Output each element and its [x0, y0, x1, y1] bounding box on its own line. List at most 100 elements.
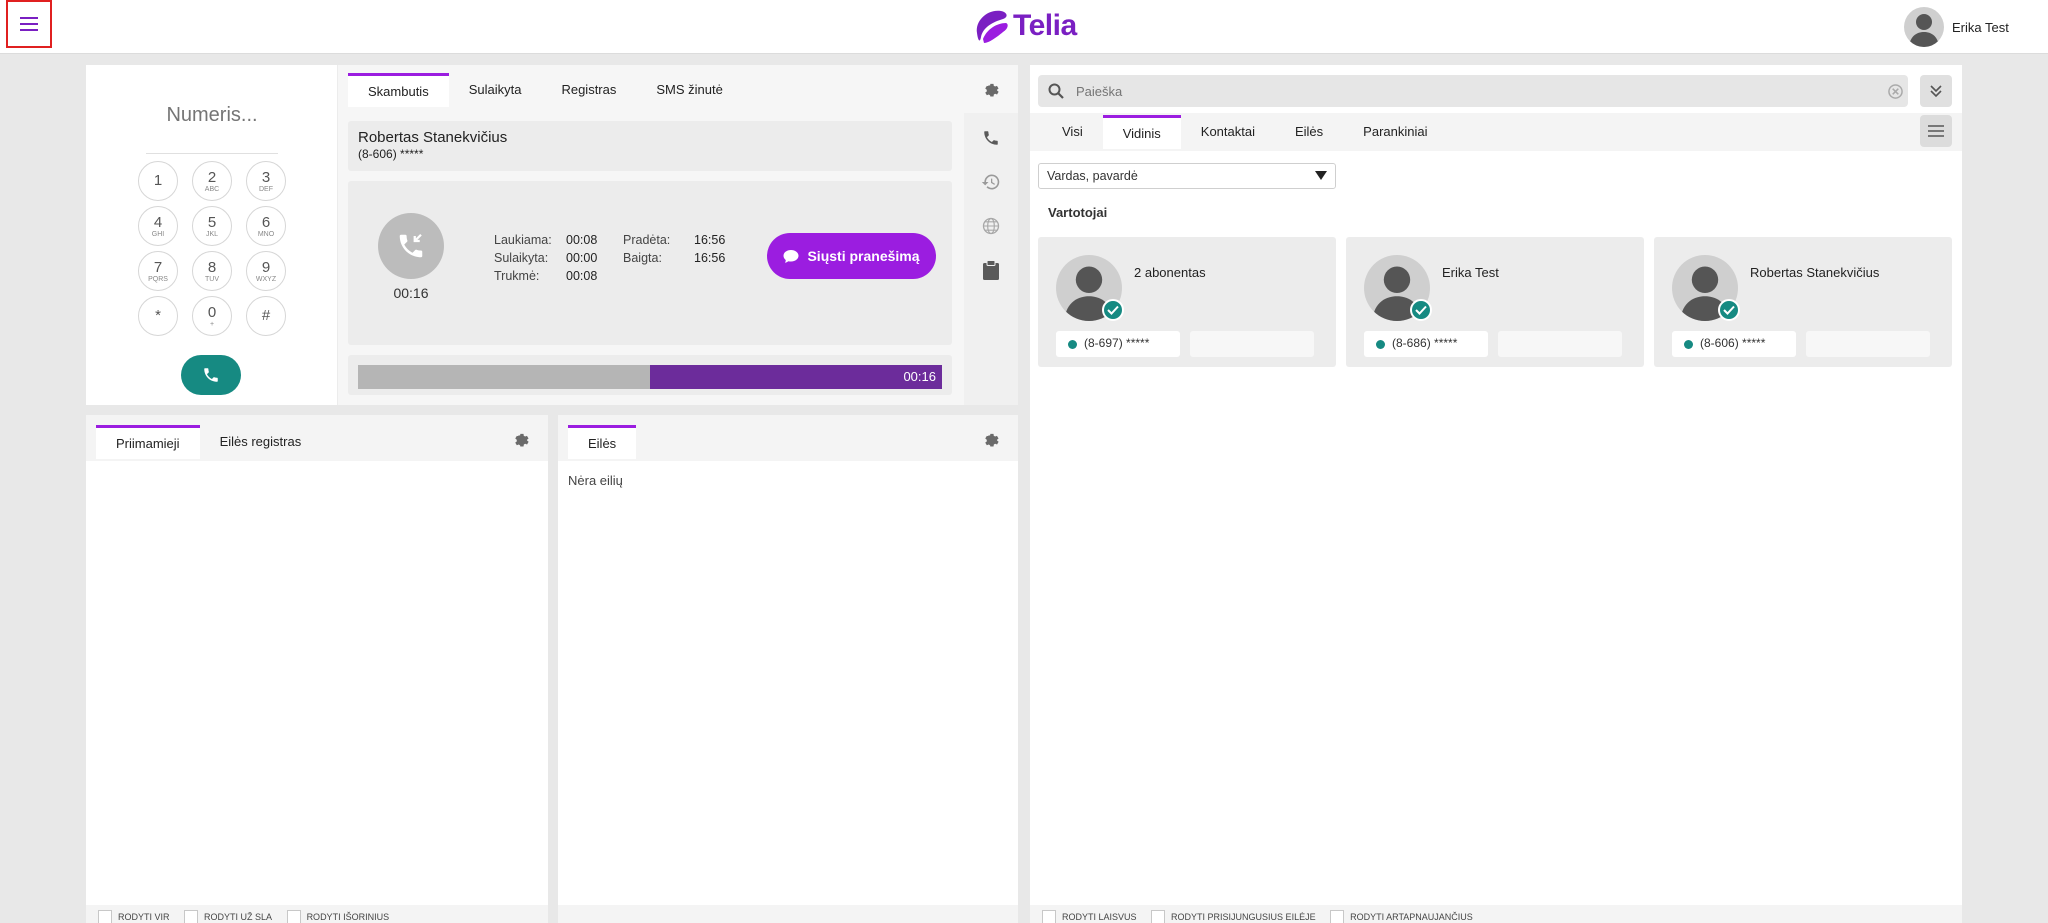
- checkbox[interactable]: [184, 910, 199, 923]
- tab-eiles-registras[interactable]: Eilės registras: [200, 425, 322, 459]
- user-card[interactable]: Robertas Stanekvičius (8-606) *****: [1654, 237, 1952, 367]
- waiting-value: 00:08: [566, 233, 598, 247]
- user-name: Erika Test: [1442, 265, 1499, 280]
- filter-checkbox[interactable]: RODYTI PRISIJUNGUSIUS EILĖJE: [1151, 910, 1316, 923]
- search-box: [1038, 75, 1908, 107]
- side-clipboard-button[interactable]: [964, 249, 1018, 291]
- tab-eiles[interactable]: Eilės: [1275, 115, 1343, 149]
- checkbox[interactable]: [1151, 910, 1166, 923]
- tab-eiles[interactable]: Eilės: [568, 425, 637, 459]
- sort-select[interactable]: Vardas, pavardė: [1038, 163, 1336, 189]
- dial-key[interactable]: 8 TUV: [192, 251, 232, 291]
- hamburger-menu-button[interactable]: [6, 0, 52, 48]
- gear-icon[interactable]: [982, 81, 1000, 99]
- user-secondary-slot[interactable]: [1806, 331, 1930, 357]
- incoming-footer: RODYTI VIR RODYTI UŽ SLA RODYTI IŠORINIU…: [86, 905, 548, 923]
- duration-value: 00:08: [566, 269, 598, 283]
- gear-icon[interactable]: [512, 431, 530, 449]
- incoming-call-indicator: [378, 213, 444, 279]
- tab-priimamieji[interactable]: Priimamieji: [96, 425, 200, 459]
- tab-visi[interactable]: Visi: [1042, 115, 1103, 149]
- ended-value: 16:56: [694, 251, 726, 265]
- tab-vidinis[interactable]: Vidinis: [1102, 115, 1181, 149]
- queues-panel: Eilės Nėra eilių: [558, 415, 1018, 923]
- globe-icon: [982, 217, 1000, 235]
- side-history-button[interactable]: [964, 161, 1018, 203]
- call-button[interactable]: [181, 355, 241, 395]
- dial-key[interactable]: 6 MNO: [246, 206, 286, 246]
- tab-sulaikyta[interactable]: Sulaikyta: [449, 73, 542, 107]
- filter-label: RODYTI UŽ SLA: [204, 912, 273, 922]
- user-secondary-slot[interactable]: [1498, 331, 1622, 357]
- dial-key[interactable]: 0 +: [192, 296, 232, 336]
- waiting-label: Laukiama:: [494, 233, 552, 247]
- status-check-icon: [1410, 299, 1432, 321]
- user-name: Robertas Stanekvičius: [1750, 265, 1880, 280]
- checkbox[interactable]: [1042, 910, 1056, 923]
- history-icon: [981, 174, 1000, 190]
- search-input[interactable]: [1074, 81, 1854, 101]
- checkbox[interactable]: [286, 910, 301, 923]
- directory-tabs: Visi Vidinis Kontaktai Eilės Parankiniai: [1042, 115, 1448, 149]
- filter-label: RODYTI VIR: [118, 912, 170, 922]
- dial-key[interactable]: 9 WXYZ: [246, 251, 286, 291]
- call-progress-fill: 00:16: [650, 365, 942, 389]
- user-card[interactable]: 2 abonentas (8-697) *****: [1038, 237, 1336, 367]
- queues-tabs: Eilės: [568, 425, 637, 459]
- held-value: 00:00: [566, 251, 598, 265]
- directory-panel: Visi Vidinis Kontaktai Eilės Parankiniai…: [1030, 65, 1962, 923]
- started-value: 16:56: [694, 233, 726, 247]
- send-message-button[interactable]: Siųsti pranešimą: [767, 233, 936, 279]
- tab-skambutis[interactable]: Skambutis: [348, 73, 449, 107]
- user-phone-button[interactable]: (8-686) *****: [1364, 331, 1488, 357]
- online-dot-icon: [1068, 340, 1077, 349]
- filter-checkbox[interactable]: RODYTI LAISVUS: [1042, 910, 1137, 923]
- chat-bubble-icon: [783, 249, 799, 263]
- filter-label: RODYTI LAISVUS: [1062, 912, 1137, 922]
- list-view-button[interactable]: [1920, 115, 1952, 147]
- phone-icon: [984, 131, 998, 145]
- gear-icon[interactable]: [982, 431, 1000, 449]
- dial-key[interactable]: #: [246, 296, 286, 336]
- dial-key[interactable]: 5 JKL: [192, 206, 232, 246]
- call-panel: Skambutis Sulaikyta Registras SMS žinutė…: [338, 65, 1018, 405]
- expand-button[interactable]: [1920, 75, 1952, 107]
- telia-logo: Telia: [973, 6, 1077, 46]
- filter-checkbox[interactable]: RODYTI ARTAPNAUJANČIUS: [1330, 910, 1473, 923]
- user-phone-button[interactable]: (8-606) *****: [1672, 331, 1796, 357]
- tab-sms[interactable]: SMS žinutė: [636, 73, 742, 107]
- user-name: Erika Test: [1952, 19, 2009, 35]
- user-menu[interactable]: Erika Test: [1904, 6, 2009, 48]
- filter-checkbox[interactable]: RODYTI IŠORINIUS: [286, 910, 389, 923]
- user-phone: (8-686) *****: [1392, 336, 1458, 350]
- tab-kontaktai[interactable]: Kontaktai: [1181, 115, 1275, 149]
- user-phone-button[interactable]: (8-697) *****: [1056, 331, 1180, 357]
- progress-time: 00:16: [903, 369, 936, 384]
- dial-key[interactable]: 7 PQRS: [138, 251, 178, 291]
- started-label: Pradėta:: [623, 233, 671, 247]
- filter-label: RODYTI PRISIJUNGUSIUS EILĖJE: [1171, 912, 1316, 922]
- side-globe-button[interactable]: [964, 205, 1018, 247]
- checkbox[interactable]: [1330, 910, 1345, 923]
- filter-checkbox[interactable]: RODYTI VIR: [98, 910, 170, 923]
- telia-pebble-icon: [976, 10, 1008, 43]
- logo-text: Telia: [1013, 9, 1077, 42]
- tab-registras[interactable]: Registras: [541, 73, 636, 107]
- clear-icon[interactable]: [1888, 84, 1903, 99]
- queues-footer: [558, 905, 1018, 923]
- dial-key[interactable]: *: [138, 296, 178, 336]
- send-message-label: Siųsti pranešimą: [807, 248, 920, 264]
- side-phone-button[interactable]: [964, 117, 1018, 159]
- user-secondary-slot[interactable]: [1190, 331, 1314, 357]
- held-label: Sulaikyta:: [494, 251, 549, 265]
- dial-key[interactable]: 4 GHI: [138, 206, 178, 246]
- user-name: 2 abonentas: [1134, 265, 1206, 280]
- dial-key[interactable]: 1: [138, 161, 178, 201]
- number-input[interactable]: [86, 103, 338, 128]
- dial-key[interactable]: 3 DEF: [246, 161, 286, 201]
- checkbox[interactable]: [98, 910, 112, 923]
- filter-checkbox[interactable]: RODYTI UŽ SLA: [184, 910, 272, 923]
- user-card[interactable]: Erika Test (8-686) *****: [1346, 237, 1644, 367]
- tab-parankiniai[interactable]: Parankiniai: [1343, 115, 1447, 149]
- dial-key[interactable]: 2 ABC: [192, 161, 232, 201]
